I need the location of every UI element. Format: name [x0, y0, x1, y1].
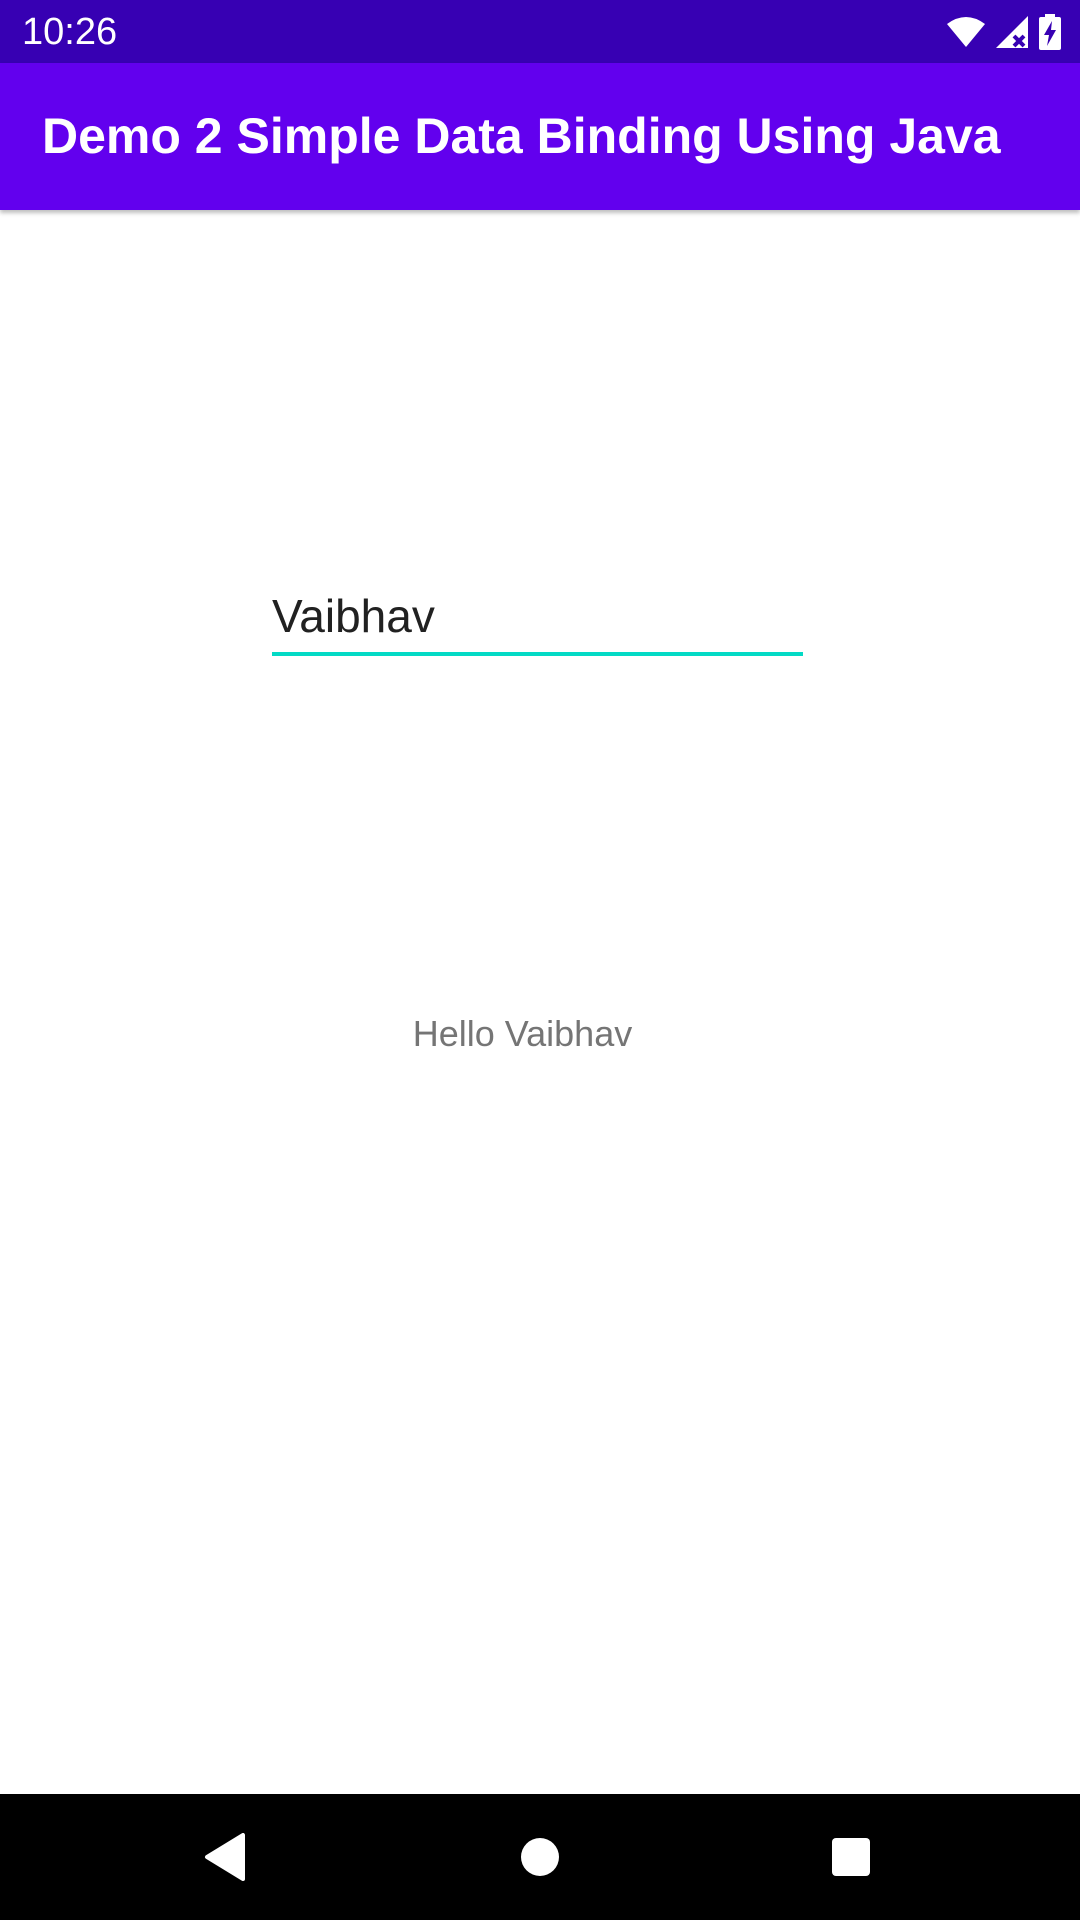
home-button[interactable] — [510, 1827, 570, 1887]
status-icons — [946, 12, 1062, 52]
back-icon — [205, 1833, 245, 1881]
status-bar: 10:26 — [0, 0, 1080, 63]
back-button[interactable] — [195, 1827, 255, 1887]
wifi-icon — [947, 17, 985, 47]
app-title: Demo 2 Simple Data Binding Using Java — [42, 108, 1001, 164]
status-time: 10:26 — [22, 11, 118, 53]
navigation-bar — [0, 1794, 1080, 1920]
recents-button[interactable] — [821, 1827, 881, 1887]
greeting-text: Hello Vaibhav — [412, 1013, 633, 1054]
recents-icon — [832, 1838, 870, 1876]
home-icon — [521, 1838, 559, 1876]
name-input[interactable] — [272, 580, 803, 656]
signal-icon — [996, 16, 1028, 48]
battery-charging-icon — [1039, 14, 1061, 50]
app-bar: Demo 2 Simple Data Binding Using Java — [0, 63, 1080, 210]
